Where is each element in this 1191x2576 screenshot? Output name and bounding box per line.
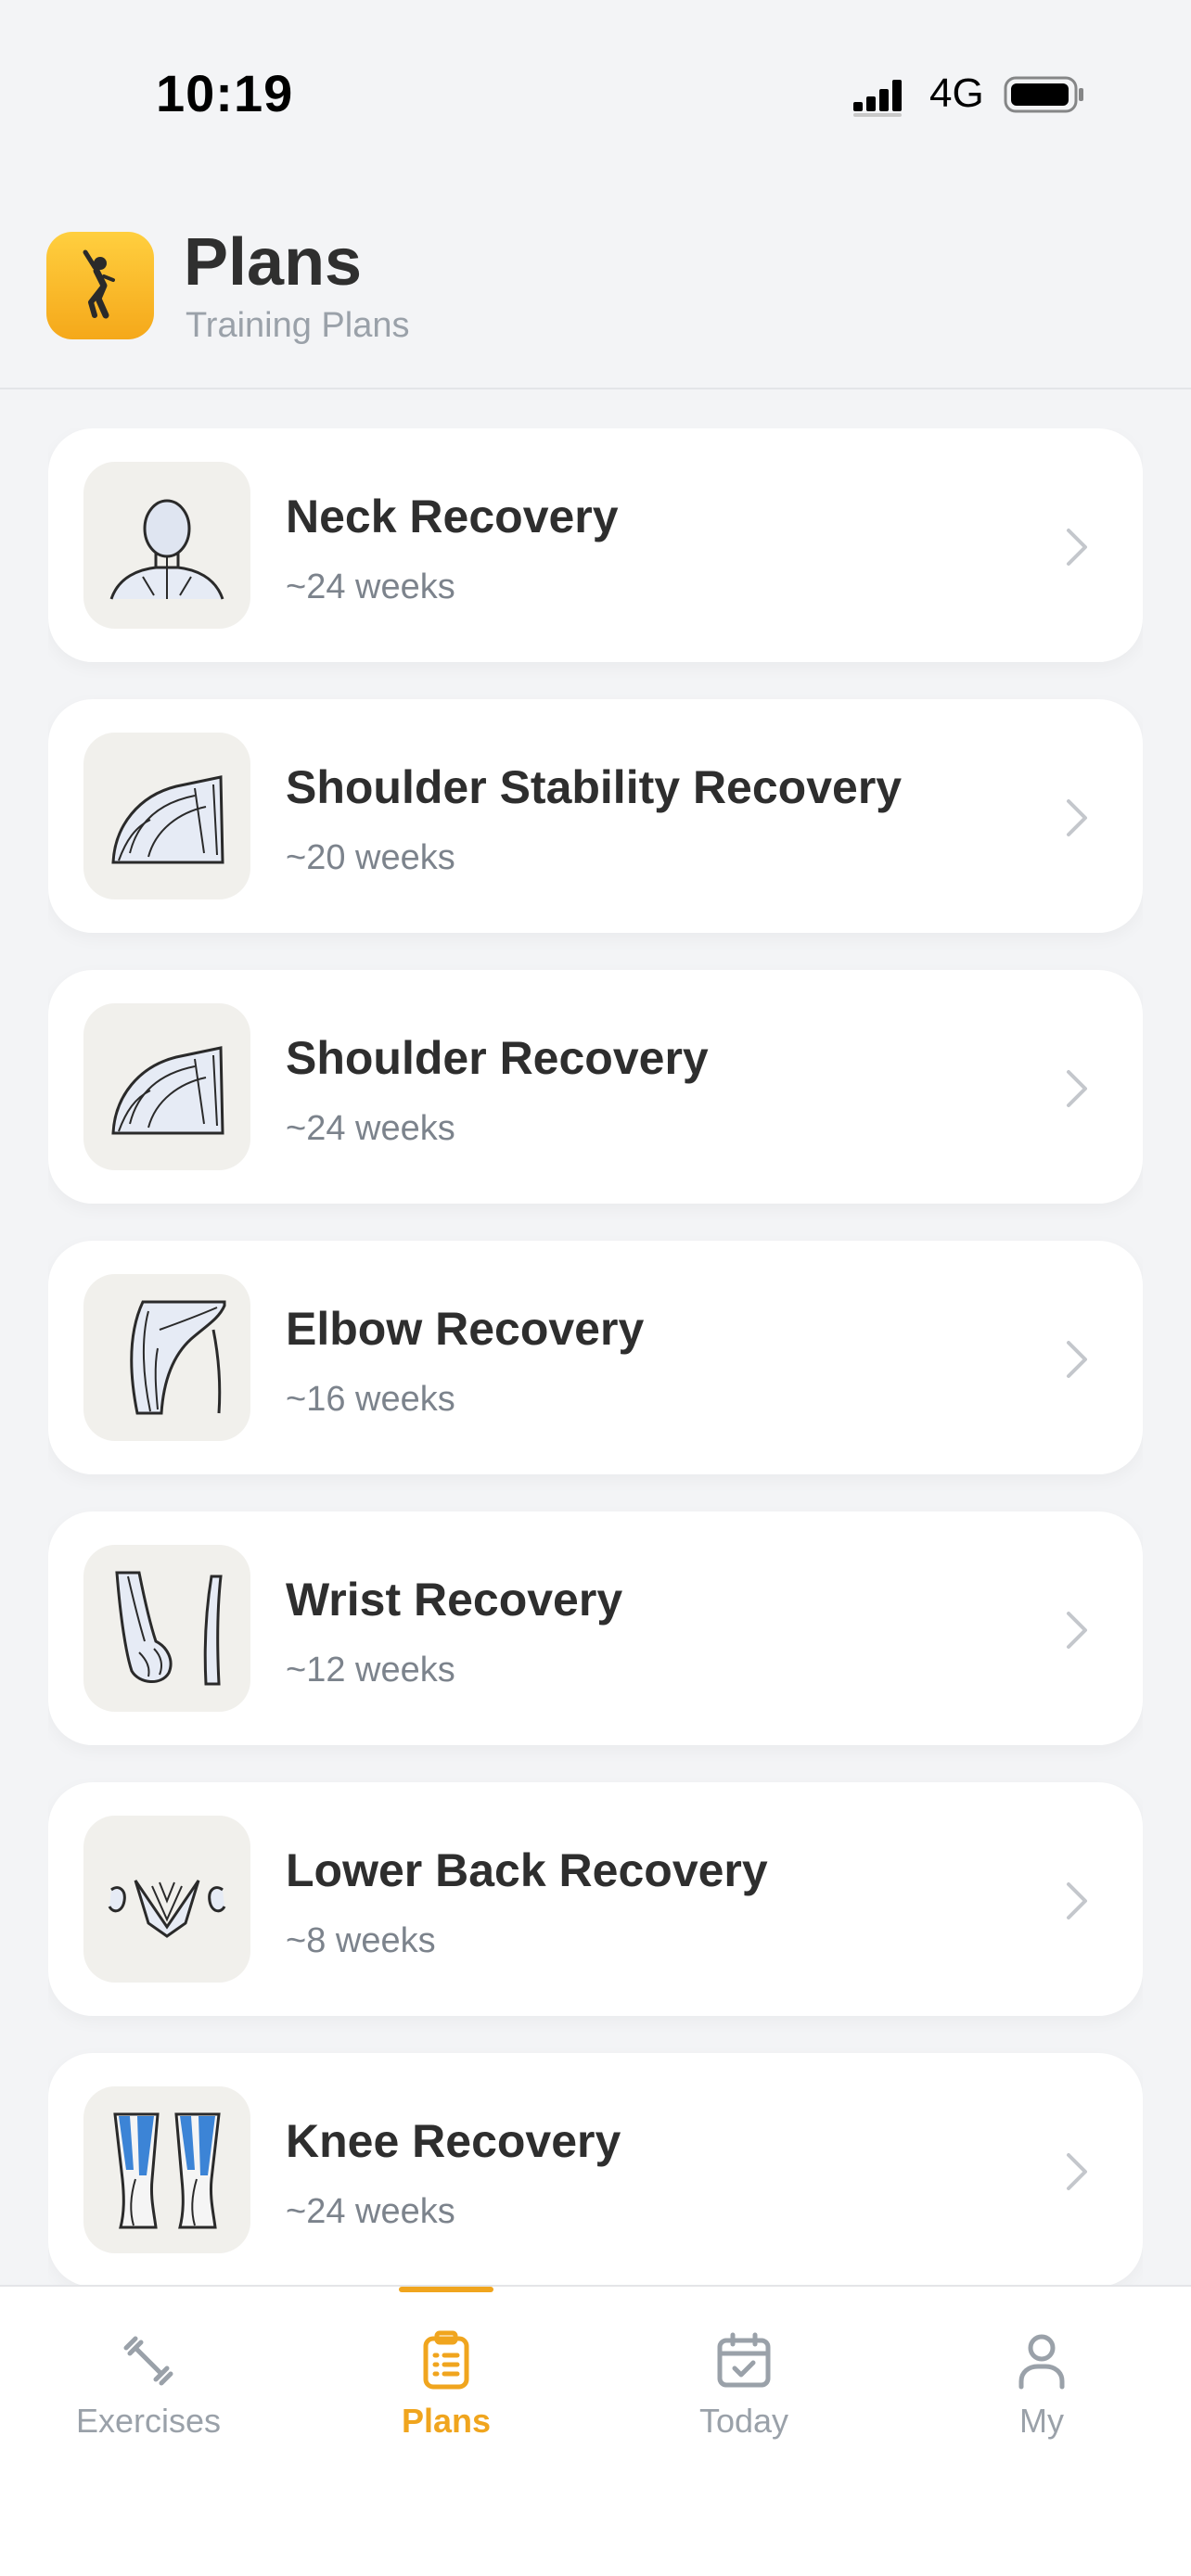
tab-label: Today bbox=[698, 2402, 789, 2440]
plan-duration: ~16 weeks bbox=[286, 1380, 455, 1419]
plan-name: Wrist Recovery bbox=[286, 1574, 623, 1626]
plan-duration: ~8 weeks bbox=[286, 1921, 436, 1960]
tab-label: My bbox=[1019, 2402, 1064, 2440]
plan-name: Lower Back Recovery bbox=[286, 1844, 768, 1896]
shoulder-anatomy-image bbox=[83, 733, 250, 899]
page-header: Plans Training Plans bbox=[0, 185, 1191, 389]
plan-card-lower-back-recovery[interactable]: Lower Back Recovery ~8 weeks bbox=[48, 1782, 1143, 2016]
tab-bar: Exercises Plans Today My bbox=[0, 2285, 1191, 2576]
tab-my[interactable]: My bbox=[949, 2329, 1134, 2459]
page-title: Plans bbox=[184, 225, 363, 300]
shoulder-anatomy-image bbox=[83, 1003, 250, 1170]
neck-anatomy-image bbox=[83, 462, 250, 629]
tab-plans[interactable]: Plans bbox=[353, 2329, 539, 2459]
chevron-right-icon bbox=[1067, 1070, 1087, 1107]
chevron-right-icon bbox=[1067, 1612, 1087, 1649]
plan-card-shoulder-stability-recovery[interactable]: Shoulder Stability Recovery ~20 weeks bbox=[48, 699, 1143, 933]
calendar-check-icon bbox=[717, 2332, 771, 2388]
plan-card-neck-recovery[interactable]: Neck Recovery ~24 weeks bbox=[48, 428, 1143, 662]
chevron-right-icon bbox=[1067, 1882, 1087, 1919]
plan-card-wrist-recovery[interactable]: Wrist Recovery ~12 weeks bbox=[48, 1511, 1143, 1745]
plan-duration: ~24 weeks bbox=[286, 567, 455, 606]
plan-name: Elbow Recovery bbox=[286, 1303, 645, 1355]
chevron-right-icon bbox=[1067, 2153, 1087, 2190]
clipboard-list-icon bbox=[423, 2330, 469, 2390]
plan-duration: ~24 weeks bbox=[286, 2192, 455, 2231]
stretching-figure-icon bbox=[46, 232, 154, 339]
plan-duration: ~12 weeks bbox=[286, 1651, 455, 1690]
wrist-anatomy-image bbox=[83, 1545, 250, 1712]
page-subtitle: Training Plans bbox=[186, 306, 410, 345]
tab-today[interactable]: Today bbox=[651, 2329, 837, 2459]
knee-anatomy-image bbox=[83, 2086, 250, 2253]
dumbbell-icon bbox=[123, 2336, 173, 2386]
plan-name: Neck Recovery bbox=[286, 491, 619, 542]
plan-duration: ~20 weeks bbox=[286, 838, 455, 877]
person-icon bbox=[1018, 2334, 1065, 2390]
tab-label: Exercises bbox=[75, 2402, 222, 2440]
plan-card-elbow-recovery[interactable]: Elbow Recovery ~16 weeks bbox=[48, 1241, 1143, 1474]
plan-card-knee-recovery[interactable]: Knee Recovery ~24 weeks bbox=[48, 2053, 1143, 2285]
plan-duration: ~24 weeks bbox=[286, 1109, 455, 1148]
elbow-anatomy-image bbox=[83, 1274, 250, 1441]
tab-exercises[interactable]: Exercises bbox=[56, 2329, 241, 2459]
active-tab-indicator bbox=[399, 2287, 493, 2292]
plan-name: Shoulder Recovery bbox=[286, 1032, 709, 1084]
plan-card-shoulder-recovery[interactable]: Shoulder Recovery ~24 weeks bbox=[48, 970, 1143, 1204]
plan-name: Shoulder Stability Recovery bbox=[286, 761, 903, 813]
chevron-right-icon bbox=[1067, 799, 1087, 836]
battery-icon bbox=[1004, 76, 1083, 113]
chevron-right-icon bbox=[1067, 1341, 1087, 1378]
plan-name: Knee Recovery bbox=[286, 2115, 621, 2167]
tab-label: Plans bbox=[401, 2402, 492, 2440]
lower-back-anatomy-image bbox=[83, 1816, 250, 1983]
network-type: 4G bbox=[929, 70, 984, 116]
plan-list[interactable]: Neck Recovery ~24 weeks Shoulder Stabili… bbox=[48, 428, 1143, 2285]
chevron-right-icon bbox=[1067, 529, 1087, 566]
signal-icon bbox=[853, 80, 902, 117]
status-time: 10:19 bbox=[156, 64, 294, 122]
status-bar: 10:19 4G bbox=[0, 0, 1191, 185]
